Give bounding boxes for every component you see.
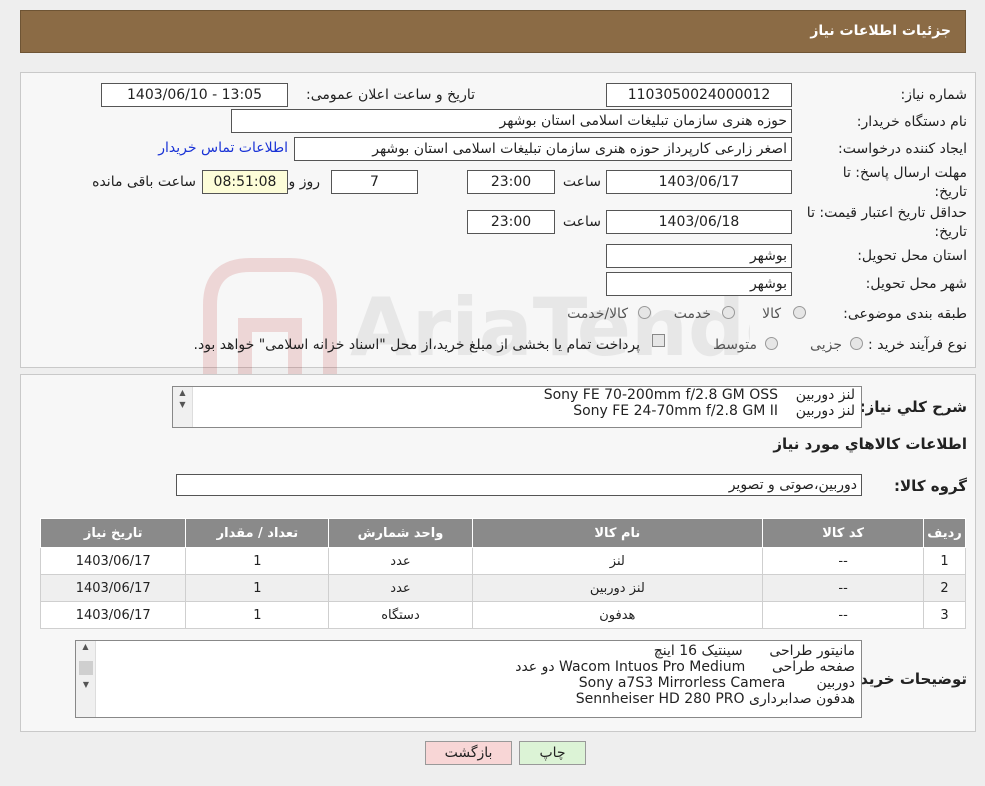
process-label: نوع فرآیند خرید : xyxy=(868,337,967,353)
reply-deadline-label: مهلت ارسال پاسخ: تا xyxy=(842,165,967,181)
page-header: جزئیات اطلاعات نیاز xyxy=(20,10,966,53)
scroll-up-icon[interactable]: ▲ xyxy=(76,641,95,653)
item-code: -- xyxy=(762,547,925,575)
item-name: لنز دوربین xyxy=(471,574,764,602)
goods-group-field: دوربین،صوتی و تصویر xyxy=(176,474,862,496)
process-minor-radio[interactable] xyxy=(850,337,863,350)
col-name-header: نام کالا xyxy=(471,518,764,548)
city-field: بوشهر xyxy=(606,272,792,296)
announce-field: 1403/06/10 - 13:05 xyxy=(101,83,288,107)
scroll-down-icon[interactable]: ▼ xyxy=(76,679,96,691)
need-number-field: 1103050024000012 xyxy=(606,83,792,107)
item-unit: عدد xyxy=(328,574,473,602)
remaining-time-label: ساعت باقی مانده xyxy=(92,174,196,190)
row-index: 2 xyxy=(923,574,966,602)
item-date: 1403/06/17 xyxy=(39,547,187,575)
category-goods-radio[interactable] xyxy=(793,306,806,319)
item-date: 1403/06/17 xyxy=(39,601,187,629)
note-line: مانیتور طراحی سینتیک 16 اینچ xyxy=(653,643,855,659)
item-unit: عدد xyxy=(328,547,473,575)
province-label: استان محل تحویل: xyxy=(857,248,967,264)
col-code-header: کد کالا xyxy=(762,518,925,548)
validity-time-field: 23:00 xyxy=(467,210,555,234)
category-both-label: کالا/خدمت xyxy=(567,306,628,322)
item-unit: دستگاه xyxy=(328,601,473,629)
need-number-label: شماره نیاز: xyxy=(900,87,968,103)
buyer-notes-textarea[interactable]: مانیتور طراحی سینتیک 16 اینچ صفحه طراحی … xyxy=(75,640,862,718)
process-medium-radio[interactable] xyxy=(765,337,778,350)
col-qty-header: تعداد / مقدار xyxy=(185,518,330,548)
scroll-thumb[interactable] xyxy=(79,661,93,675)
reply-deadline-label-2: تاریخ: xyxy=(934,184,967,200)
table-header-row: رديف کد کالا نام کالا واحد شمارش تعداد /… xyxy=(39,518,966,548)
price-validity-label: حداقل تاریخ اعتبار قیمت: تا xyxy=(806,205,967,221)
summary-textarea[interactable]: لنز دوربین Sony FE 70-200mm f/2.8 GM OSS… xyxy=(172,386,862,428)
process-note: پرداخت تمام یا بخشی از مبلغ خرید،از محل … xyxy=(193,337,640,353)
buyer-org-label: نام دستگاه خریدار: xyxy=(856,114,967,130)
item-code: -- xyxy=(762,601,925,629)
goods-section-title: اطلاعات كالاهاي مورد نياز xyxy=(773,435,967,453)
print-button[interactable]: چاپ xyxy=(519,741,586,765)
days-field: 7 xyxy=(331,170,418,194)
page-title: جزئیات اطلاعات نیاز xyxy=(810,23,951,39)
province-field: بوشهر xyxy=(606,244,792,268)
category-goods-label: کالا xyxy=(762,306,781,322)
creator-label: ایجاد کننده درخواست: xyxy=(838,141,967,157)
price-validity-label-2: تاریخ: xyxy=(934,224,967,240)
days-label: روز و xyxy=(288,174,321,190)
validity-date-field: 1403/06/18 xyxy=(606,210,792,234)
process-minor-label: جزیی xyxy=(810,337,842,353)
item-qty: 1 xyxy=(185,547,330,575)
category-label: طبقه بندی موضوعی: xyxy=(843,306,967,322)
table-row: 1 -- لنز عدد 1 1403/06/17 xyxy=(39,547,966,575)
goods-group-label: گروه کالا: xyxy=(894,477,967,495)
reply-date-field: 1403/06/17 xyxy=(606,170,792,194)
col-date-header: تاریخ نیاز xyxy=(39,518,187,548)
row-index: 1 xyxy=(923,547,966,575)
category-both-radio[interactable] xyxy=(638,306,651,319)
row-index: 3 xyxy=(923,601,966,629)
summary-label: شرح کلي نياز: xyxy=(859,398,967,416)
city-label: شهر محل تحویل: xyxy=(865,276,967,292)
table-row: 2 -- لنز دوربین عدد 1 1403/06/17 xyxy=(39,574,966,602)
items-table: رديف کد کالا نام کالا واحد شمارش تعداد /… xyxy=(39,518,966,629)
remaining-time-field: 08:51:08 xyxy=(202,170,288,194)
validity-time-label: ساعت xyxy=(562,214,601,230)
note-line: دوربین Sony a7S3 Mirrorless Camera xyxy=(578,675,855,691)
summary-scrollbar[interactable]: ▲ ▼ xyxy=(173,387,193,427)
col-unit-header: واحد شمارش xyxy=(328,518,473,548)
treasury-checkbox[interactable] xyxy=(652,334,665,347)
process-medium-label: متوسط xyxy=(713,337,757,353)
summary-line: لنز دوربین Sony FE 70-200mm f/2.8 GM OSS xyxy=(543,387,855,403)
note-line: صفحه طراحی Wacom Intuos Pro Medium دو عد… xyxy=(515,659,855,675)
reply-time-field: 23:00 xyxy=(467,170,555,194)
category-service-radio[interactable] xyxy=(722,306,735,319)
item-name: لنز xyxy=(471,547,764,575)
col-row-header: رديف xyxy=(923,518,966,548)
back-button[interactable]: بازگشت xyxy=(425,741,512,765)
buyer-contact-link[interactable]: اطلاعات تماس خریدار xyxy=(158,140,288,156)
item-qty: 1 xyxy=(185,574,330,602)
announce-label: تاریخ و ساعت اعلان عمومی: xyxy=(306,87,475,103)
summary-line: لنز دوربین Sony FE 24-70mm f/2.8 GM II xyxy=(573,403,855,419)
creator-field: اصغر زارعی کارپرداز حوزه هنری سازمان تبل… xyxy=(294,137,792,161)
reply-time-label: ساعت xyxy=(562,174,601,190)
item-date: 1403/06/17 xyxy=(39,574,187,602)
item-name: هدفون xyxy=(471,601,764,629)
scroll-down-icon[interactable]: ▼ xyxy=(173,399,192,411)
note-line: هدفون صدابرداری Sennheiser HD 280 PRO xyxy=(575,691,855,707)
buyer-org-field: حوزه هنری سازمان تبلیغات اسلامی استان بو… xyxy=(231,109,792,133)
scroll-up-icon[interactable]: ▲ xyxy=(173,387,192,399)
item-qty: 1 xyxy=(185,601,330,629)
table-row: 3 -- هدفون دستگاه 1 1403/06/17 xyxy=(39,601,966,629)
notes-scrollbar[interactable]: ▲ ▼ xyxy=(76,641,96,717)
item-code: -- xyxy=(762,574,925,602)
category-service-label: خدمت xyxy=(673,306,711,322)
